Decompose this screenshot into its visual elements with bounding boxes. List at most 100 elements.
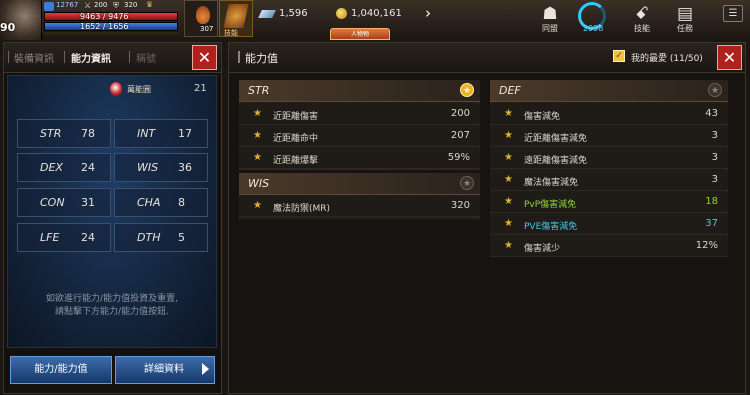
- ability-values-panel: 能力值 ✓ 我的最愛 (11/50) ✕ STR ★ ★ 近距離傷害 200 ★…: [228, 42, 746, 394]
- skill-button[interactable]: ꗃ 技能: [622, 0, 662, 40]
- row-label: 魔法防禦(MR): [273, 204, 331, 214]
- attack-value: 200: [94, 1, 108, 9]
- tab-divider: [129, 51, 130, 63]
- stat-row[interactable]: ★ 近距離爆擊 59%: [239, 148, 480, 169]
- stat-int: INT 17: [114, 119, 208, 148]
- ability-points-button[interactable]: 能力/能力值: [10, 356, 112, 384]
- star-icon[interactable]: ★: [708, 83, 722, 97]
- row-value: 320: [450, 200, 470, 211]
- mp-text: 1652 / 1656: [80, 22, 129, 31]
- row-label: 近距離爆擊: [273, 156, 319, 166]
- stat-name: STR: [40, 127, 62, 140]
- character-info-panel: 裝備資訊 能力資訊 稱號 ✕ 萬能圓 21 STR 78 INT 17 DEX …: [3, 42, 222, 394]
- trophy-icon[interactable]: ♛: [146, 0, 153, 9]
- tab-divider: [64, 51, 65, 63]
- stat-row[interactable]: ★ 魔法傷害減免 3: [490, 170, 728, 191]
- star-icon: ★: [504, 174, 513, 185]
- stat-name: WIS: [137, 161, 159, 174]
- quest-label: 任務: [677, 24, 693, 33]
- stat-row[interactable]: ★ PvP傷害減免 18: [490, 192, 728, 213]
- row-label-pve: PVE傷害減免: [524, 222, 578, 232]
- group-name: DEF: [499, 84, 521, 97]
- close-icon[interactable]: ✕: [192, 45, 217, 70]
- stat-value: 24: [81, 161, 95, 174]
- defense-value: 320: [124, 1, 138, 9]
- stat-name: DTH: [137, 231, 161, 244]
- row-value: 3: [711, 152, 718, 163]
- stat-str: STR 78: [17, 119, 111, 148]
- stat-dth: DTH 5: [114, 223, 208, 252]
- crystal-value: 1,596: [279, 8, 308, 19]
- row-label-pvp: PvP傷害減免: [524, 200, 577, 210]
- character-level: 90: [0, 21, 16, 34]
- stat-row[interactable]: ★ 遠距離傷害減免 3: [490, 148, 728, 169]
- title-number: 21: [194, 83, 207, 94]
- group-header-str: STR ★: [239, 80, 480, 102]
- skill-button-label: 技能: [634, 24, 650, 33]
- stat-row[interactable]: ★ 傷害減免 43: [490, 104, 728, 125]
- star-icon[interactable]: ★: [460, 176, 474, 190]
- group-name: STR: [248, 84, 270, 97]
- hp-text: 9463 / 9476: [80, 12, 129, 21]
- panel-header: 能力值 ✓ 我的最愛 (11/50) ✕: [229, 43, 745, 73]
- stat-row[interactable]: ★ 魔法防禦(MR) 320: [239, 196, 480, 217]
- star-icon: ★: [504, 218, 513, 229]
- stat-row[interactable]: ★ 近距離傷害 200: [239, 104, 480, 125]
- quest-button[interactable]: ▤ 任務: [665, 0, 705, 40]
- stat-name: LFE: [40, 231, 60, 244]
- stat-row[interactable]: ★ 近距離傷害減免 3: [490, 126, 728, 147]
- favorites-label[interactable]: 我的最愛 (11/50): [631, 51, 703, 64]
- star-icon: ★: [504, 152, 513, 163]
- row-label: 魔法傷害減免: [524, 178, 579, 188]
- tab-title[interactable]: 稱號: [136, 50, 156, 65]
- potion-count: 307: [200, 25, 214, 33]
- star-icon: ★: [504, 196, 513, 207]
- stat-lfe: LFE 24: [17, 223, 111, 252]
- stat-value: 8: [178, 196, 185, 209]
- stat-cha: CHA 8: [114, 188, 208, 217]
- star-icon: ★: [253, 200, 262, 211]
- row-value: 207: [450, 130, 470, 141]
- stat-con: CON 31: [17, 188, 111, 217]
- stat-value: 24: [81, 231, 95, 244]
- top-hud: 90 12767 ⚔ 200 ⛨ 320 ♛ 9463 / 9476 1652 …: [0, 0, 750, 40]
- character-portrait[interactable]: [0, 0, 42, 40]
- stat-name: DEX: [40, 161, 63, 174]
- chevron-right-icon[interactable]: ›: [419, 2, 437, 24]
- stat-value: 17: [178, 127, 192, 140]
- row-label: 遠距離傷害減免: [524, 156, 588, 166]
- close-icon[interactable]: ✕: [717, 45, 742, 70]
- details-button[interactable]: 詳細資料: [115, 356, 215, 384]
- reset-note: 請點擊下方能力/能力值按鈕.: [55, 307, 169, 317]
- stat-row[interactable]: ★ PVE傷害減免 37: [490, 214, 728, 235]
- row-value-pvp: 18: [705, 196, 718, 207]
- star-icon: ★: [504, 130, 513, 141]
- row-value: 3: [711, 174, 718, 185]
- stat-value: 78: [81, 127, 95, 140]
- star-icon: ★: [504, 108, 513, 119]
- stat-row[interactable]: ★ 傷害減少 12%: [490, 236, 728, 257]
- stat-row[interactable]: ★ 近距離命中 207: [239, 126, 480, 147]
- group-header-wis: WIS ★: [239, 173, 480, 195]
- tab-divider: [8, 51, 9, 63]
- faction-tab[interactable]: 人物物: [330, 28, 390, 40]
- tab-ability-info[interactable]: 能力資訊: [71, 50, 111, 65]
- row-value: 3: [711, 130, 718, 141]
- star-icon[interactable]: ★: [460, 83, 474, 97]
- crystal-icon: [258, 10, 276, 18]
- row-label: 近距離傷害減免: [524, 134, 588, 144]
- favorite-checkbox-icon[interactable]: ✓: [613, 50, 625, 62]
- stat-name: CHA: [137, 196, 161, 209]
- star-icon: ★: [253, 108, 262, 119]
- menu-icon[interactable]: ☰: [723, 5, 743, 22]
- sword-icon: ⚔: [84, 1, 92, 10]
- star-icon: ★: [253, 152, 262, 163]
- row-label: 近距離命中: [273, 134, 319, 144]
- row-label: 近距離傷害: [273, 112, 319, 122]
- clan-icon: ☗: [542, 4, 558, 24]
- tab-equipment-info[interactable]: 裝備資訊: [14, 50, 54, 65]
- title-name: 萬能圓: [127, 85, 151, 94]
- title-badge-icon: [110, 82, 122, 96]
- clan-button[interactable]: ☗ 同盟: [530, 0, 570, 40]
- row-label: 傷害減免: [524, 112, 561, 122]
